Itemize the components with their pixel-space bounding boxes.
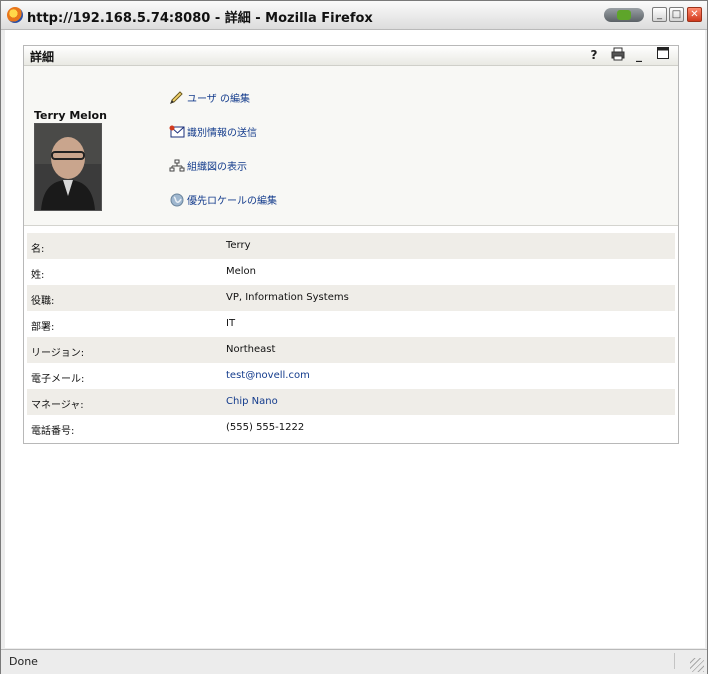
browser-window: http://192.168.5.74:8080 - 詳細 - Mozilla … — [0, 0, 708, 674]
help-icon[interactable]: ? — [588, 47, 600, 63]
field-value: Melon — [226, 266, 257, 277]
portlet-minimize-icon[interactable]: _ — [633, 47, 645, 63]
status-bar: Done — [1, 649, 707, 674]
pencil-icon — [169, 90, 185, 105]
print-icon[interactable] — [610, 47, 626, 63]
page-content: 詳細 ? _ Terry Melon ユーザ の編集 識別情報の送信 組織図の表… — [5, 30, 705, 648]
field-value: VP, Information Systems — [226, 292, 349, 303]
portlet-title: 詳細 — [30, 50, 55, 64]
field-label: 姓: — [31, 270, 45, 281]
title-bar: http://192.168.5.74:8080 - 詳細 - Mozilla … — [1, 1, 707, 30]
detail-row-manager: マネージャ: Chip Nano — [27, 389, 675, 415]
window-close-button[interactable]: ✕ — [687, 7, 702, 22]
field-label: 部署: — [31, 322, 55, 333]
nvidia-logo — [617, 10, 631, 20]
status-text: Done — [9, 655, 38, 668]
action-send-identity[interactable]: 識別情報の送信 — [169, 124, 257, 139]
org-chart-icon — [169, 159, 185, 173]
field-label: リージョン: — [31, 348, 85, 359]
window-title: http://192.168.5.74:8080 - 詳細 - Mozilla … — [27, 11, 373, 26]
detail-row-first-name: 名: Terry — [27, 233, 675, 259]
action-edit-user[interactable]: ユーザ の編集 — [169, 90, 250, 105]
portlet-maximize-icon[interactable] — [655, 47, 671, 63]
status-panel — [674, 653, 683, 669]
user-name: Terry Melon — [34, 109, 107, 122]
detail-row-region: リージョン: Northeast — [27, 337, 675, 363]
field-value: IT — [226, 318, 236, 329]
action-edit-locale[interactable]: 優先ロケールの編集 — [169, 192, 277, 207]
action-label[interactable]: ユーザ の編集 — [187, 94, 250, 105]
field-value: (555) 555-1222 — [226, 422, 305, 433]
action-view-org-chart[interactable]: 組織図の表示 — [169, 158, 247, 173]
field-label: 電子メール: — [31, 374, 85, 385]
window-maximize-button[interactable]: □ — [669, 7, 684, 22]
detail-portlet: 詳細 ? _ Terry Melon ユーザ の編集 識別情報の送信 組織図の表… — [23, 45, 679, 444]
action-label[interactable]: 優先ロケールの編集 — [187, 196, 277, 207]
manager-link[interactable]: Chip Nano — [226, 396, 278, 407]
action-label[interactable]: 組織図の表示 — [187, 162, 247, 173]
firefox-logo-icon — [7, 7, 23, 23]
field-value: Northeast — [226, 344, 276, 355]
detail-row-title: 役職: VP, Information Systems — [27, 285, 675, 311]
globe-icon — [169, 193, 185, 207]
detail-row-email: 電子メール: test@novell.com — [27, 363, 675, 389]
portlet-header: 詳細 ? _ — [24, 46, 678, 66]
email-link[interactable]: test@novell.com — [226, 370, 310, 381]
mail-icon — [169, 125, 185, 139]
detail-row-department: 部署: IT — [27, 311, 675, 337]
detail-row-last-name: 姓: Melon — [27, 259, 675, 285]
nvidia-tray-icon[interactable] — [604, 8, 644, 22]
user-summary: Terry Melon ユーザ の編集 識別情報の送信 組織図の表示 優先ロケー… — [24, 66, 678, 226]
resize-grip-icon[interactable] — [690, 658, 704, 672]
field-label: 名: — [31, 244, 45, 255]
field-label: 役職: — [31, 296, 55, 307]
detail-row-phone: 電話番号: (555) 555-1222 — [27, 415, 675, 441]
field-label: 電話番号: — [31, 426, 75, 437]
detail-table: 名: Terry 姓: Melon 役職: VP, Information Sy… — [27, 233, 675, 441]
user-photo — [34, 123, 102, 211]
field-value: Terry — [226, 240, 251, 251]
action-label[interactable]: 識別情報の送信 — [187, 128, 257, 139]
field-label: マネージャ: — [31, 400, 84, 411]
window-minimize-button[interactable]: _ — [652, 7, 667, 22]
